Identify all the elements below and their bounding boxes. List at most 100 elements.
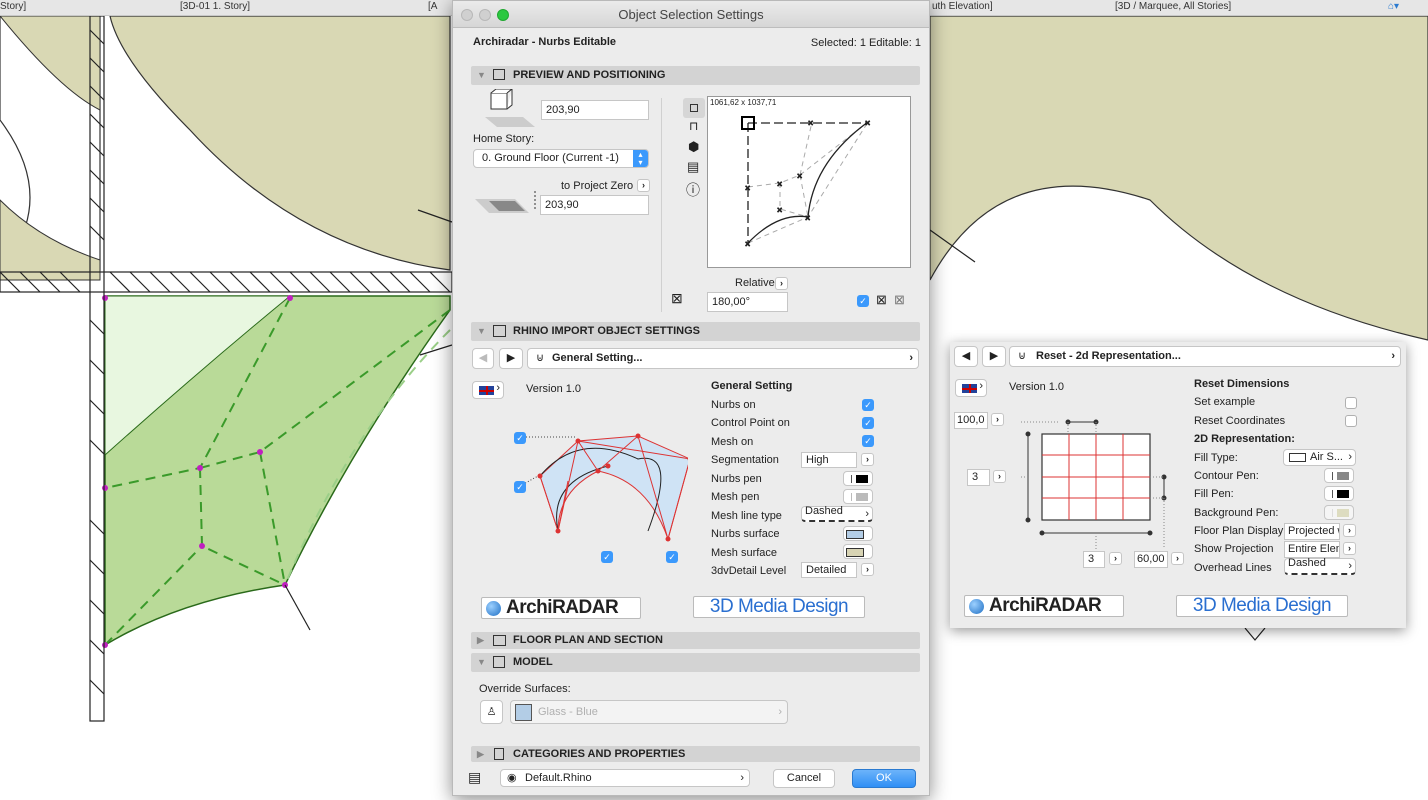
3d-media-design-logo[interactable]: 3D Media Design (693, 596, 865, 618)
top-dimension-button[interactable]: › (991, 413, 1004, 426)
nurbs-surface-picker[interactable] (843, 526, 873, 541)
svg-text:×: × (808, 118, 813, 128)
tab-3d-01-story[interactable]: [3D-01 1. Story] (180, 1, 250, 12)
surface-select[interactable]: Glass - Blue › (510, 700, 788, 724)
to-project-zero-button[interactable]: › (637, 179, 650, 192)
project-zero-input[interactable]: 203,90 (540, 195, 649, 215)
fill-pen-picker[interactable] (1324, 486, 1354, 501)
prev-page-button[interactable]: ◀ (954, 346, 978, 367)
page-select-dropdown[interactable]: ⊍ General Setting... › (527, 348, 919, 369)
mesh-pen-picker[interactable] (843, 489, 873, 504)
segmentation-button[interactable]: › (861, 453, 874, 466)
logo-text: 3D Media Design (1192, 595, 1332, 616)
segmentation-select[interactable]: High (801, 452, 857, 468)
tab-a[interactable]: [A (428, 1, 437, 12)
relative-button[interactable]: › (775, 277, 788, 290)
svg-text:×: × (797, 171, 802, 181)
grid-preview (1020, 419, 1167, 549)
width-input[interactable]: 60,00 (1134, 551, 1168, 568)
set-example-checkbox[interactable] (1345, 397, 1357, 409)
preview-box: 1061,62 x 1037,71 × × × × × × × × (707, 96, 911, 268)
section-model[interactable]: ▼ MODEL (471, 653, 920, 672)
param-label: Nurbs surface (711, 528, 780, 540)
width-button[interactable]: › (1171, 552, 1184, 565)
relative-label: Relative (735, 277, 775, 289)
rows-input[interactable]: 3 (967, 469, 990, 486)
nurbs-on-checkbox[interactable]: ✓ (862, 399, 874, 411)
version-label: Version 1.0 (526, 383, 582, 395)
columns-input[interactable]: 3 (1083, 551, 1105, 568)
prev-page-button[interactable]: ◀ (472, 348, 494, 369)
show-projection-select[interactable]: Entire Elem (1284, 541, 1340, 558)
control-points-checkbox[interactable]: ✓ (514, 481, 526, 493)
page-select-value: Reset - 2d Representation... (1036, 350, 1181, 362)
language-flag-button[interactable] (472, 381, 504, 399)
archiradar-logo[interactable]: ArchiRADAR (481, 597, 641, 619)
mesh-toggle-checkbox[interactable]: ✓ (601, 551, 613, 563)
columns-button[interactable]: › (1109, 552, 1122, 565)
detail-level-select[interactable]: Detailed (801, 562, 857, 578)
nurbs-pen-picker[interactable] (843, 471, 873, 486)
surface-checkbox[interactable]: ✓ (666, 551, 678, 563)
floor-plan-display-button[interactable]: › (1343, 524, 1356, 537)
control-point-on-checkbox[interactable]: ✓ (862, 417, 874, 429)
override-brush-button[interactable]: ♙ (480, 700, 503, 724)
rotation-icon: ⊠ (671, 290, 683, 306)
home-story-select[interactable]: 0. Ground Floor (Current -1) ▴ ▾ (473, 149, 649, 168)
detail-level-button[interactable]: › (861, 563, 874, 576)
mesh-line-type-select[interactable]: Dashed › (801, 506, 873, 522)
3d-media-design-logo[interactable]: 3D Media Design (1176, 595, 1348, 617)
view-3d-icon[interactable]: ⬢ (688, 139, 699, 155)
floor-plan-icon (493, 635, 506, 646)
close-button[interactable] (461, 9, 473, 21)
elevation-input[interactable]: 203,90 (541, 100, 649, 120)
preview-icon (493, 69, 505, 80)
section-title: CATEGORIES AND PROPERTIES (513, 748, 686, 760)
mirror-checkbox[interactable]: ✓ (857, 295, 869, 307)
view-plan-button[interactable] (683, 98, 705, 118)
object-name: Archiradar - Nurbs Editable (473, 36, 617, 48)
show-projection-button[interactable]: › (1343, 542, 1356, 555)
fill-type-select[interactable]: Air S... › (1283, 449, 1356, 466)
section-floor-plan[interactable]: ▶ FLOOR PLAN AND SECTION (471, 632, 920, 649)
mesh-on-checkbox[interactable]: ✓ (862, 435, 874, 447)
view-list-icon[interactable]: ▤ (687, 159, 699, 175)
next-page-button[interactable]: ▶ (499, 348, 523, 369)
tab-story[interactable]: Story] (0, 1, 26, 12)
nurbs-toggle-checkbox[interactable]: ✓ (514, 432, 526, 444)
mesh-surface-picker[interactable] (843, 544, 873, 559)
tab-south-elevation[interactable]: uth Elevation] (932, 1, 993, 12)
floor-plan-display-select[interactable]: Projected w (1284, 523, 1340, 540)
cancel-button[interactable]: Cancel (773, 769, 835, 788)
section-categories[interactable]: ▶ CATEGORIES AND PROPERTIES (471, 746, 920, 762)
rotation-input[interactable]: 180,00° (707, 292, 788, 312)
overhead-lines-select[interactable]: Dashed › (1284, 558, 1356, 575)
zoom-button[interactable] (497, 9, 509, 21)
minimize-button[interactable] (479, 9, 491, 21)
ok-button[interactable]: OK (852, 769, 916, 788)
contour-pen-label: Contour Pen: (1194, 470, 1259, 482)
param-label: Mesh on (711, 436, 754, 448)
layer-select[interactable]: ◉ Default.Rhino › (500, 769, 750, 787)
divider (661, 98, 662, 312)
logo-text: ArchiRADAR (506, 597, 619, 618)
mirror-x-icon[interactable]: ⊠ (876, 292, 887, 308)
info-icon[interactable]: ⓘ (686, 180, 700, 200)
section-preview-positioning[interactable]: ▼ PREVIEW AND POSITIONING (471, 66, 920, 85)
tab-3d-marquee[interactable]: [3D / Marquee, All Stories] (1115, 1, 1231, 12)
page-select-value: General Setting... (552, 352, 643, 364)
top-dimension-input[interactable]: 100,0 (954, 412, 988, 429)
background-pen-picker[interactable] (1324, 505, 1354, 520)
page-select-dropdown[interactable]: ⊍ Reset - 2d Representation... › (1009, 346, 1401, 367)
rows-button[interactable]: › (993, 470, 1006, 483)
contour-pen-picker[interactable] (1324, 468, 1354, 483)
view-section-icon[interactable]: ⊓ (689, 119, 698, 133)
home-icon[interactable]: ⌂▾ (1388, 1, 1399, 12)
next-page-button[interactable]: ▶ (982, 346, 1006, 367)
section-rhino-import[interactable]: ▼ RHINO IMPORT OBJECT SETTINGS (471, 322, 920, 341)
archiradar-logo[interactable]: ArchiRADAR (964, 595, 1124, 617)
language-flag-button[interactable] (955, 379, 987, 397)
reset-coordinates-checkbox[interactable] (1345, 415, 1357, 427)
mirror-y-icon[interactable]: ⊠ (894, 292, 905, 308)
section-title: RHINO IMPORT OBJECT SETTINGS (513, 325, 701, 337)
